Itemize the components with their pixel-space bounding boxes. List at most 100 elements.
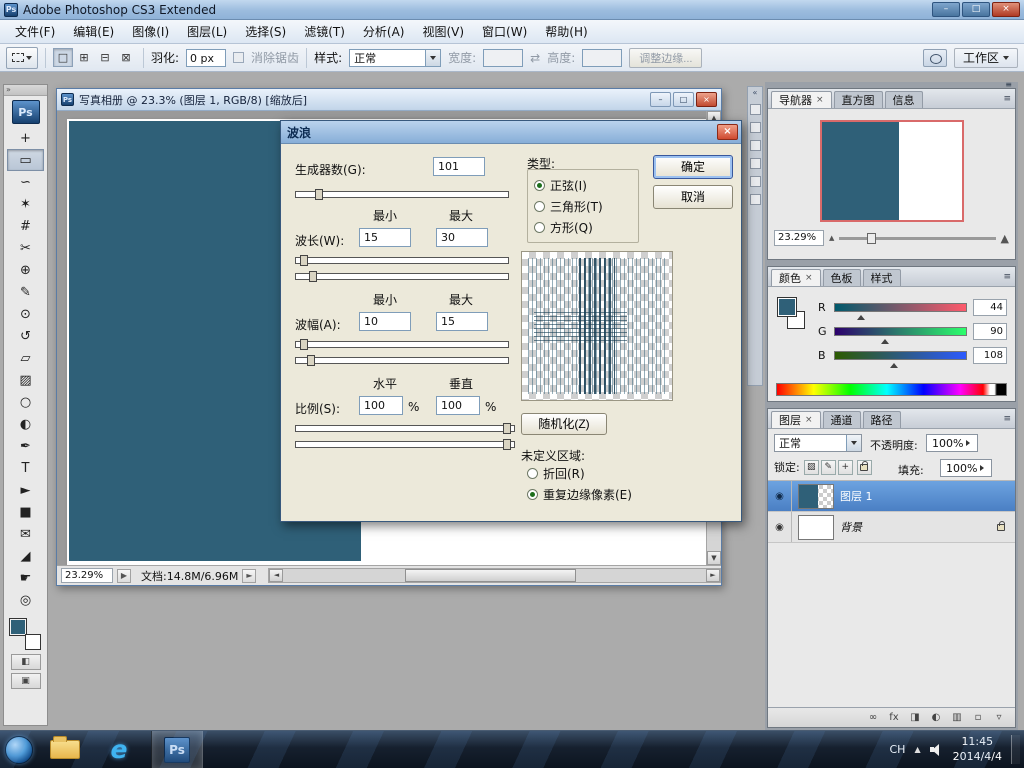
subtract-selection-mode[interactable]: ⊟ — [95, 48, 115, 67]
close-tab-icon[interactable]: × — [805, 273, 813, 283]
photoshop-taskbar-button[interactable]: Ps — [151, 730, 203, 768]
tab-channels[interactable]: 通道× — [822, 411, 861, 428]
zoom-out-icon[interactable]: ▲ — [829, 234, 834, 242]
style-dropdown[interactable]: 正常 — [349, 48, 442, 67]
menu-window[interactable]: 窗口(W) — [473, 20, 536, 43]
navigator-zoom-slider[interactable] — [839, 232, 996, 244]
slider-thumb[interactable] — [308, 271, 317, 282]
start-button[interactable] — [5, 735, 33, 764]
toolbox-collapse-icon[interactable]: » — [4, 85, 47, 96]
randomize-button[interactable]: 随机化(Z) — [521, 413, 607, 435]
slider-thumb[interactable] — [306, 355, 315, 366]
slider-thumb[interactable] — [300, 255, 309, 266]
history-brush-tool[interactable]: ↺ — [7, 325, 44, 347]
collapsed-panel-icon[interactable] — [749, 158, 761, 169]
lock-transparency-icon[interactable]: ▨ — [803, 459, 819, 475]
new-selection-mode[interactable]: □ — [53, 48, 73, 67]
amplitude-min-input[interactable]: 10 — [359, 312, 411, 331]
layer-thumbnail[interactable] — [798, 483, 834, 509]
tab-layers[interactable]: 图层 × — [771, 411, 821, 428]
adjustment-layer-icon[interactable]: ◐ — [930, 712, 942, 723]
layer-style-icon[interactable]: fx — [888, 712, 900, 723]
collapsed-panel-icon[interactable] — [749, 122, 761, 133]
menu-file[interactable]: 文件(F) — [6, 20, 64, 43]
quick-mask-button[interactable]: ◧ — [10, 654, 41, 670]
generators-slider[interactable] — [295, 189, 509, 200]
menu-help[interactable]: 帮助(H) — [536, 20, 596, 43]
close-window-button[interactable]: × — [992, 2, 1020, 17]
layer-name[interactable]: 图层 1 — [840, 488, 873, 504]
go-to-bridge-icon[interactable] — [922, 48, 947, 67]
wrap-around-radio[interactable]: 折回(R) — [527, 463, 632, 484]
antialias-checkbox[interactable] — [233, 52, 245, 63]
slice-tool[interactable]: ✂ — [7, 237, 44, 259]
crop-tool[interactable]: # — [7, 215, 44, 237]
wavelength-max-input[interactable]: 30 — [436, 228, 488, 247]
lasso-tool[interactable]: ∽ — [7, 171, 44, 193]
menu-view[interactable]: 视图(V) — [413, 20, 473, 43]
show-hidden-icons-icon[interactable]: ▲ — [914, 745, 920, 754]
background-color-swatch[interactable] — [24, 634, 41, 650]
gradient-tool[interactable]: ▨ — [7, 369, 44, 391]
channel-slider[interactable] — [834, 350, 967, 368]
collapsed-panel-icon[interactable] — [749, 140, 761, 151]
layer-thumbnail[interactable] — [798, 514, 834, 540]
tab-color[interactable]: 颜色 × — [771, 269, 821, 286]
eraser-tool[interactable]: ▱ — [7, 347, 44, 369]
slider-thumb[interactable] — [890, 359, 899, 368]
layer-row-background[interactable]: ◉ 背景 — [768, 512, 1015, 543]
lock-paint-icon[interactable]: ✎ — [820, 459, 836, 475]
pen-tool[interactable]: ✒ — [7, 435, 44, 457]
height-input[interactable] — [582, 48, 623, 67]
layer-visibility-icon[interactable]: ◉ — [768, 512, 792, 542]
collapsed-panel-icon[interactable] — [749, 176, 761, 187]
tab-info[interactable]: 信息× — [884, 91, 923, 108]
close-dialog-icon[interactable]: × — [717, 124, 738, 140]
slider-thumb[interactable] — [503, 439, 512, 450]
clock[interactable]: 11:45 2014/4/4 — [953, 735, 1002, 765]
foreground-color-swatch[interactable] — [777, 297, 797, 317]
cancel-button[interactable]: 取消 — [653, 185, 733, 209]
close-document-button[interactable]: × — [696, 92, 717, 107]
expand-dock-icon[interactable]: « — [753, 89, 758, 97]
show-desktop-button[interactable] — [1011, 734, 1020, 765]
tab-navigator[interactable]: 导航器 × — [771, 91, 832, 108]
scale-vertical-input[interactable]: 100 — [436, 396, 480, 415]
scale-horizontal-slider[interactable] — [295, 423, 515, 434]
type-square-radio[interactable]: 方形(Q) — [534, 217, 632, 238]
collapsed-panel-icon[interactable] — [749, 104, 761, 115]
dodge-tool[interactable]: ◐ — [7, 413, 44, 435]
link-layers-icon[interactable]: ∞ — [867, 712, 879, 723]
fill-input[interactable]: 100% — [940, 459, 992, 477]
shape-tool[interactable]: ■ — [7, 501, 44, 523]
maximize-document-button[interactable]: □ — [673, 92, 694, 107]
scroll-right-icon[interactable]: ► — [706, 569, 720, 582]
menu-edit[interactable]: 编辑(E) — [64, 20, 123, 43]
explorer-taskbar-button[interactable] — [43, 734, 87, 766]
channel-slider[interactable] — [834, 326, 967, 344]
lock-position-icon[interactable]: + — [837, 459, 853, 475]
add-layer-mask-icon[interactable]: ◨ — [909, 712, 921, 723]
brush-tool[interactable]: ✎ — [7, 281, 44, 303]
type-triangle-radio[interactable]: 三角形(T) — [534, 196, 632, 217]
close-tab-icon[interactable]: × — [816, 95, 824, 105]
zoom-in-icon[interactable]: ▲ — [1001, 232, 1009, 245]
current-tool-preset[interactable] — [6, 46, 38, 69]
horizontal-scrollbar[interactable]: ◄ ► — [268, 568, 721, 583]
chevron-down-icon[interactable] — [425, 49, 441, 66]
quick-selection-tool[interactable]: ✶ — [7, 193, 44, 215]
chevron-down-icon[interactable] — [846, 435, 861, 451]
new-group-icon[interactable]: ▥ — [951, 712, 963, 723]
navigator-zoom-input[interactable]: 23.29% — [774, 230, 824, 246]
status-options-icon[interactable]: ▶ — [117, 568, 131, 583]
panel-menu-icon[interactable]: ≡ — [1003, 272, 1011, 282]
blend-mode-dropdown[interactable]: 正常 — [774, 434, 862, 452]
ok-button[interactable]: 确定 — [653, 155, 733, 179]
link-dimensions-icon[interactable]: ⇄ — [530, 51, 540, 65]
panel-menu-icon[interactable]: ≡ — [1003, 94, 1011, 104]
wavelength-min-slider[interactable] — [295, 255, 509, 266]
hand-tool[interactable]: ☛ — [7, 567, 44, 589]
scale-vertical-slider[interactable] — [295, 439, 515, 450]
wavelength-min-input[interactable]: 15 — [359, 228, 411, 247]
channel-value-input[interactable]: 108 — [973, 346, 1007, 364]
